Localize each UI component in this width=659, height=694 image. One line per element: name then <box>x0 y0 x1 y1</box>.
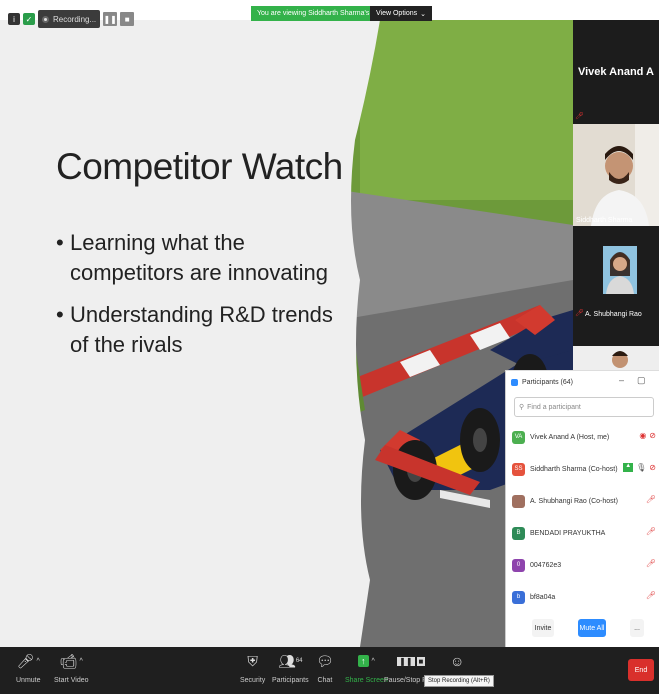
avatar: b <box>512 590 525 604</box>
slide-title: Competitor Watch <box>56 146 343 187</box>
avatar <box>512 494 525 508</box>
chevron-down-icon: ⌄ <box>420 10 426 18</box>
unmute-button[interactable]: 🎤︎ ^ Unmute <box>16 651 41 685</box>
security-button[interactable]: ⛨ Security <box>240 651 266 685</box>
participant-row[interactable]: 0 004762e3 🎤︎ <box>512 555 656 575</box>
zoom-logo-icon <box>511 378 518 386</box>
reactions-button[interactable]: ☺ <box>450 651 464 671</box>
active-speaker-name: Vivek Anand A <box>577 66 654 78</box>
shield-icon: ⛨ <box>247 652 258 669</box>
recording-label: Recording... <box>53 14 97 24</box>
share-screen-icon: ↑ ^ <box>358 651 375 671</box>
zoom-meeting-window: Competitor Watch Learning what the compe… <box>0 0 659 694</box>
slide-bullet: Understanding R&D trends of the rivals <box>56 300 346 360</box>
participant-name: Vivek Anand A (Host, me) <box>530 433 610 441</box>
mic-muted-icon: 🎤︎ <box>645 559 656 568</box>
participant-row[interactable]: A. Shubhangi Rao (Co-host) 🎤︎ <box>512 491 656 511</box>
mic-muted-icon: 🎤︎ <box>645 495 656 504</box>
participant-name: A. Shubhangi Rao (Co-host) <box>530 497 618 505</box>
mic-icon: 🎙︎ <box>636 463 647 472</box>
record-dot-icon <box>42 15 49 23</box>
muted-mic-icon: 🎤︎ <box>575 113 584 120</box>
search-icon: ⚲ <box>519 404 525 411</box>
shield-icon[interactable]: ✓ <box>23 13 35 25</box>
participant-name: 004762e3 <box>530 561 562 569</box>
mic-muted-icon: 🎤︎ <box>645 527 656 536</box>
video-off-icon: 📹︎ ^ <box>59 652 83 669</box>
invite-button[interactable]: Invite <box>532 619 554 637</box>
chat-icon: 💬︎ <box>316 652 334 669</box>
participant-row[interactable]: SS Siddharth Sharma (Co-host) ▲ 🎙︎ ⊘ <box>512 459 656 479</box>
participant-row[interactable]: VA Vivek Anand A (Host, me) ◉ ⊘ <box>512 427 656 447</box>
smiley-icon: ☺ <box>450 653 465 669</box>
video-tile[interactable]: Siddharth Sharma <box>573 124 659 226</box>
avatar: VA <box>512 430 525 444</box>
avatar: SS <box>512 462 525 476</box>
shared-screen: Competitor Watch Learning what the compe… <box>0 20 573 647</box>
video-off-icon: ⊘ <box>649 431 656 440</box>
participants-icon: 👥︎ 64 <box>278 652 303 669</box>
recording-controls: i ✓ Recording... ❚❚ ■ <box>8 8 135 30</box>
participants-button[interactable]: 👥︎ 64 Participants <box>272 651 309 685</box>
video-tile-label: Siddharth Sharma <box>576 217 633 224</box>
participant-name: BENDADI PRAYUKTHA <box>530 529 606 537</box>
participants-panel: Participants (64) – ▢ ⚲ Find a participa… <box>505 370 659 648</box>
maximize-icon[interactable]: ▢ <box>637 375 646 386</box>
pause-stop-icon: ❚❚ ■ <box>397 656 426 666</box>
more-button[interactable]: ... <box>630 619 644 637</box>
minimize-icon[interactable]: – <box>619 375 624 385</box>
participants-label: Participants <box>272 677 309 684</box>
mute-all-button[interactable]: Mute All <box>578 619 606 637</box>
slide-bullet: Learning what the competitors are innova… <box>56 228 346 288</box>
stop-recording-icon[interactable]: ■ <box>120 12 135 26</box>
participants-title: Participants (64) <box>522 378 573 386</box>
mic-muted-icon: 🎤︎ <box>645 591 656 600</box>
video-panel: Vivek Anand A 🎤︎ Siddharth Sharma A. Shu… <box>573 20 659 370</box>
end-button[interactable]: End <box>628 659 654 681</box>
pause-recording-icon[interactable]: ❚❚ <box>103 12 118 26</box>
share-screen-label: Share Screen <box>345 677 388 684</box>
search-placeholder: Find a participant <box>527 403 581 411</box>
video-tile-label: A. Shubhangi Rao <box>585 311 642 318</box>
view-options-label: View Options <box>376 10 418 17</box>
unmute-label: Unmute <box>16 677 41 684</box>
security-label: Security <box>240 677 266 684</box>
start-video-button[interactable]: 📹︎ ^ Start Video <box>54 651 89 685</box>
slide-bullets: Learning what the competitors are innova… <box>56 228 346 372</box>
avatar: B <box>512 526 525 540</box>
share-screen-button[interactable]: ↑ ^ Share Screen <box>345 651 388 684</box>
view-options-button[interactable]: View Options ⌄ <box>370 6 432 21</box>
search-input[interactable]: ⚲ Find a participant <box>514 397 654 417</box>
muted-mic-icon: 🎤︎ <box>575 310 584 317</box>
video-tile[interactable] <box>573 346 659 370</box>
stop-recording-tooltip: Stop Recording (Alt+R) <box>424 675 494 687</box>
meeting-toolbar: 🎤︎ ^ Unmute 📹︎ ^ Start Video ⛨ Security 👥︎… <box>0 647 659 694</box>
chat-label: Chat <box>317 677 333 684</box>
avatar: 0 <box>512 558 525 572</box>
participant-name: bf8a04a <box>530 593 556 601</box>
record-icon: ◉ <box>639 431 647 440</box>
participants-count: 64 <box>295 658 303 664</box>
chat-button[interactable]: 💬︎ Chat <box>316 651 334 685</box>
video-tile[interactable]: A. Shubhangi Rao 🎤︎ <box>573 232 659 320</box>
participant-name: Siddharth Sharma (Co-host) <box>530 465 618 473</box>
info-icon[interactable]: i <box>8 13 20 25</box>
participant-row[interactable]: b bf8a04a 🎤︎ <box>512 587 656 607</box>
recording-indicator: Recording... <box>38 10 101 28</box>
start-video-label: Start Video <box>54 677 89 684</box>
share-screen-icon: ▲ <box>623 463 634 472</box>
mic-muted-icon: 🎤︎ ^ <box>16 652 40 669</box>
video-off-icon: ⊘ <box>649 463 656 472</box>
participant-row[interactable]: B BENDADI PRAYUKTHA 🎤︎ <box>512 523 656 543</box>
